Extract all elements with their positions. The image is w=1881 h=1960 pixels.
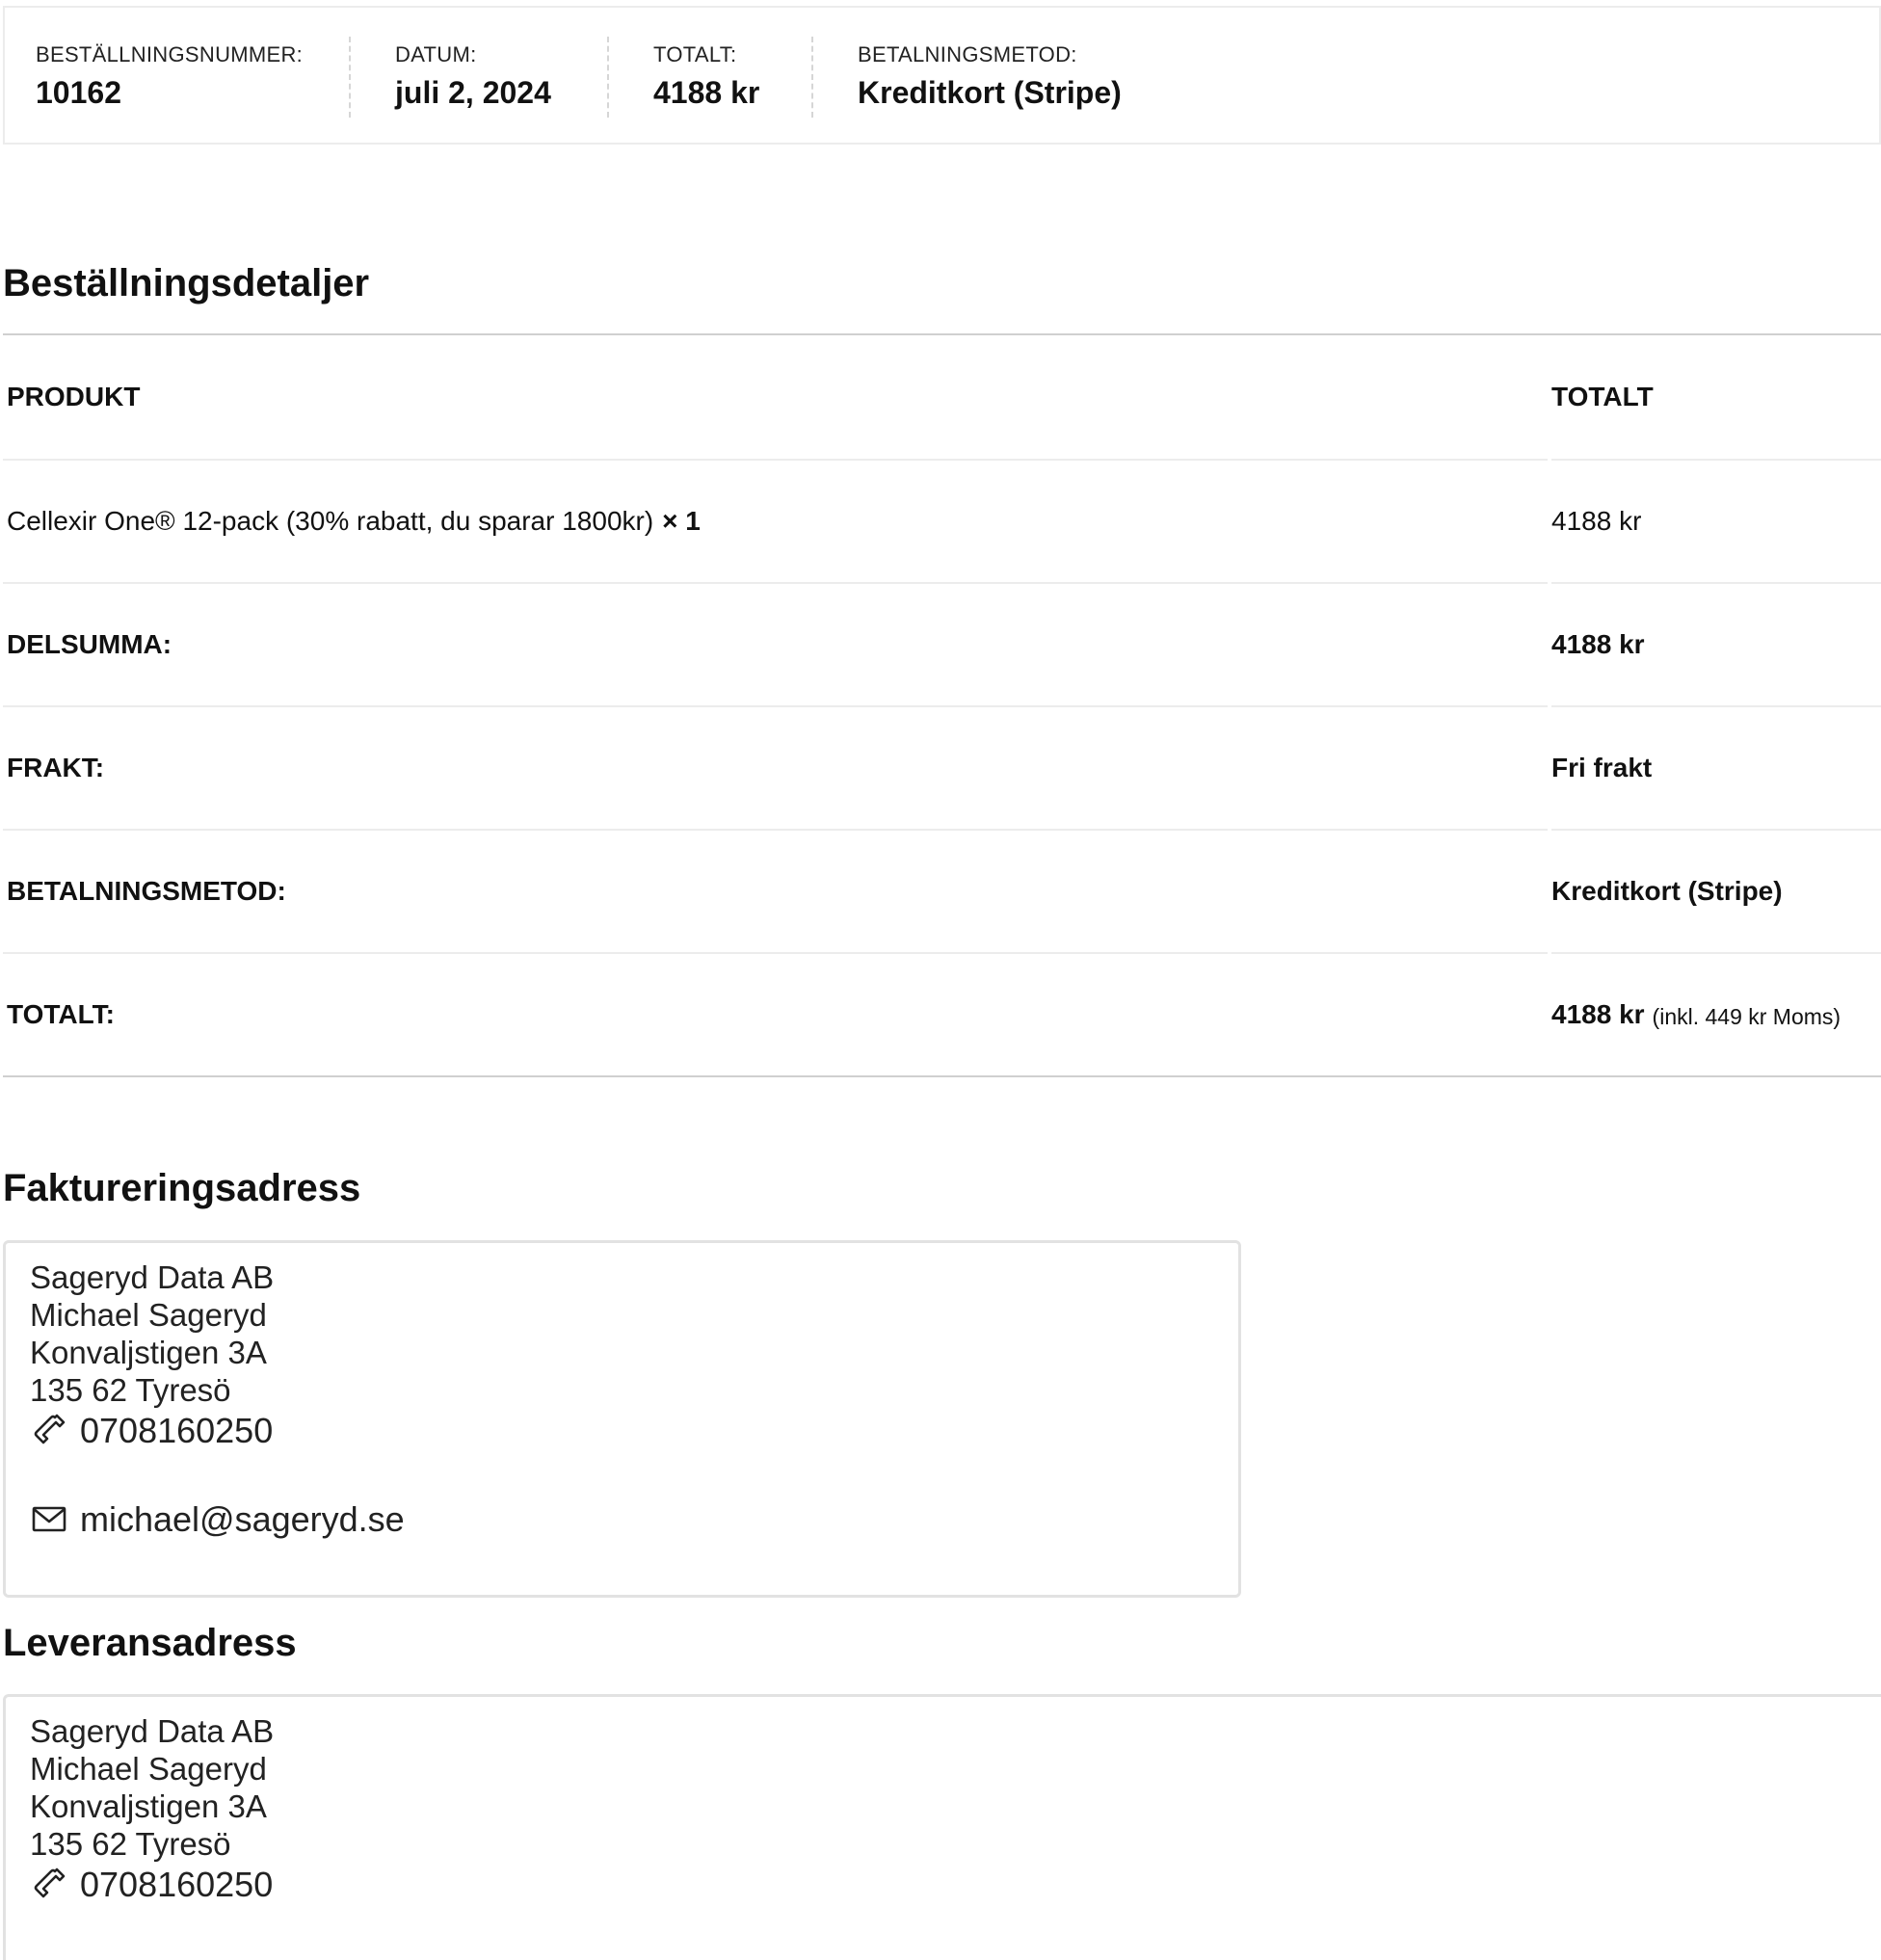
overview-payment-method: BETALNINGSMETOD: Kreditkort (Stripe) — [811, 37, 1122, 118]
overview-total: TOTALT: 4188 kr — [607, 37, 811, 118]
phone-icon — [30, 1411, 68, 1449]
total-value: 4188 kr — [653, 75, 760, 110]
order-total-row: TOTALT: 4188 kr (inkl. 449 kr Moms) — [3, 952, 1881, 1075]
order-details-title: Beställningsdetaljer — [3, 262, 370, 305]
order-total-value: 4188 kr — [1551, 999, 1645, 1029]
payment-method-row-value: Kreditkort (Stripe) — [1551, 829, 1881, 952]
product-total: 4188 kr — [1551, 459, 1881, 582]
column-header-total: TOTALT — [1551, 382, 1654, 411]
date-label: DATUM: — [395, 42, 477, 66]
email-icon — [30, 1499, 68, 1538]
shipping-row: FRAKT: Fri frakt — [3, 705, 1881, 829]
subtotal-label: DELSUMMA: — [3, 582, 1548, 705]
billing-phone[interactable]: 0708160250 — [80, 1412, 273, 1449]
subtotal-value: 4188 kr — [1551, 582, 1881, 705]
product-name: Cellexir One® 12-pack (30% rabatt, du sp… — [7, 506, 654, 536]
overview-date: DATUM: juli 2, 2024 — [349, 37, 607, 118]
table-row: Cellexir One® 12-pack (30% rabatt, du sp… — [3, 459, 1881, 582]
table-header-row: PRODUKT TOTALT — [3, 335, 1881, 459]
order-number-label: BESTÄLLNINGSNUMMER: — [36, 42, 304, 66]
payment-method-row: BETALNINGSMETOD: Kreditkort (Stripe) — [3, 829, 1881, 952]
shipping-address-title: Leveransadress — [3, 1622, 297, 1664]
shipping-label: FRAKT: — [3, 705, 1548, 829]
shipping-company: Sageryd Data AB — [30, 1713, 275, 1749]
order-overview: BESTÄLLNINGSNUMMER: 10162 DATUM: juli 2,… — [3, 6, 1881, 145]
product-quantity: × 1 — [662, 506, 701, 536]
shipping-phone[interactable]: 0708160250 — [80, 1866, 273, 1903]
billing-street: Konvaljstigen 3A — [30, 1335, 267, 1370]
billing-company: Sageryd Data AB — [30, 1259, 275, 1295]
product-cell: Cellexir One® 12-pack (30% rabatt, du sp… — [3, 459, 1548, 582]
payment-method-value: Kreditkort (Stripe) — [858, 75, 1122, 110]
shipping-address-box: Sageryd Data AB Michael Sageryd Konvaljs… — [3, 1694, 1881, 1960]
subtotal-row: DELSUMMA: 4188 kr — [3, 582, 1881, 705]
shipping-name: Michael Sageryd — [30, 1751, 267, 1787]
billing-address-title: Faktureringsadress — [3, 1167, 361, 1209]
billing-email[interactable]: michael@sageryd.se — [80, 1500, 405, 1538]
shipping-value: Fri frakt — [1551, 705, 1881, 829]
payment-method-row-label: BETALNINGSMETOD: — [3, 829, 1548, 952]
billing-name: Michael Sageryd — [30, 1297, 267, 1333]
billing-email-row: michael@sageryd.se — [30, 1499, 1238, 1538]
order-number-value: 10162 — [36, 75, 121, 110]
order-total-cell: 4188 kr (inkl. 449 kr Moms) — [1551, 952, 1881, 1075]
shipping-phone-row: 0708160250 — [30, 1865, 1881, 1903]
date-value: juli 2, 2024 — [395, 75, 551, 110]
shipping-postal: 135 62 Tyresö — [30, 1826, 231, 1862]
total-label: TOTALT: — [653, 42, 737, 66]
billing-address-box: Sageryd Data AB Michael Sageryd Konvaljs… — [3, 1240, 1241, 1598]
overview-order-number: BESTÄLLNINGSNUMMER: 10162 — [5, 8, 349, 111]
order-details-table: PRODUKT TOTALT Cellexir One® 12-pack (30… — [3, 333, 1881, 1077]
billing-phone-row: 0708160250 — [30, 1411, 1238, 1449]
shipping-street: Konvaljstigen 3A — [30, 1788, 267, 1824]
phone-icon — [30, 1865, 68, 1903]
tax-note: (inkl. 449 kr Moms) — [1652, 1003, 1841, 1029]
order-total-label: TOTALT: — [3, 952, 1548, 1075]
column-header-product: PRODUKT — [7, 382, 141, 411]
payment-method-label: BETALNINGSMETOD: — [858, 42, 1077, 66]
billing-postal: 135 62 Tyresö — [30, 1372, 231, 1408]
